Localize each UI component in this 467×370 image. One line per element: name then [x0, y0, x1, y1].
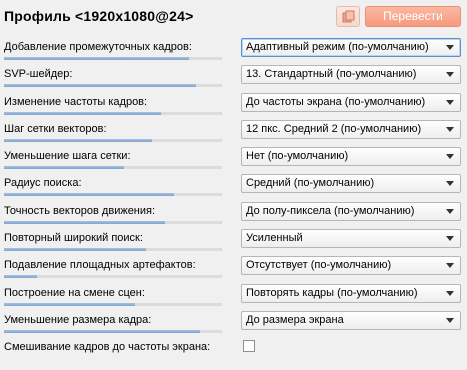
setting-level-fill	[4, 302, 135, 306]
setting-row: Повторный широкий поиск: Усиленный	[0, 227, 467, 254]
setting-label: Уменьшение шага сетки:	[4, 150, 131, 163]
setting-level-bar	[4, 302, 222, 306]
setting-label: Уменьшение размера кадра:	[4, 313, 152, 326]
setting-row: Построение на смене сцен: Повторять кадры…	[0, 282, 467, 309]
dropdown-value: Отсутствует (по-умолчанию)	[246, 259, 392, 272]
setting-level-bar	[4, 220, 222, 224]
setting-dropdown[interactable]: До частоты экрана (по-умолчанию)	[241, 92, 461, 112]
setting-level-fill	[4, 111, 161, 115]
setting-row: Уменьшение размера кадра: До размера экра…	[0, 309, 467, 336]
setting-row: Радиус поиска: Средний (по-умолчанию)	[0, 172, 467, 199]
chevron-down-icon	[446, 45, 454, 50]
setting-level-bar	[4, 275, 222, 279]
setting-dropdown[interactable]: Усиленный	[241, 229, 461, 249]
profile-title: Профиль <1920x1080@24>	[4, 8, 194, 24]
setting-level-bar	[4, 248, 222, 252]
setting-label: Построение на смене сцен:	[4, 286, 145, 299]
setting-dropdown[interactable]: Средний (по-умолчанию)	[241, 174, 461, 194]
setting-row: Подавление площадных артефактов: Отсутств…	[0, 254, 467, 281]
setting-level-bar	[4, 84, 222, 88]
setting-level-fill	[4, 138, 153, 142]
setting-label: Радиус поиска:	[4, 177, 82, 190]
setting-level-fill	[4, 275, 37, 279]
profile-icon	[342, 10, 355, 23]
setting-dropdown[interactable]: Отсутствует (по-умолчанию)	[241, 256, 461, 276]
setting-level-bar	[4, 138, 222, 142]
dropdown-value: Усиленный	[246, 232, 303, 245]
setting-level-fill	[4, 329, 201, 333]
chevron-down-icon	[446, 263, 454, 269]
setting-row: SVP-шейдер: 13. Стандартный (по-умолчанию…	[0, 63, 467, 90]
blend-checkbox[interactable]	[243, 340, 255, 353]
dropdown-value: Средний (по-умолчанию)	[246, 177, 375, 190]
chevron-down-icon	[446, 181, 454, 187]
setting-label: Точность векторов движения:	[4, 204, 156, 217]
setting-dropdown[interactable]: Повторять кадры (по-умолчанию)	[241, 283, 461, 303]
setting-level-fill	[4, 248, 146, 252]
setting-level-bar	[4, 166, 222, 170]
setting-label: SVP-шейдер:	[4, 68, 73, 81]
setting-dropdown[interactable]: Нет (по-умолчанию)	[241, 147, 461, 167]
dropdown-value: Адаптивный режим (по-умолчанию)	[246, 41, 429, 53]
setting-dropdown[interactable]: 13. Стандартный (по-умолчанию)	[241, 65, 461, 85]
chevron-down-icon	[446, 154, 454, 160]
dropdown-value: До полу-пиксела (по-умолчанию)	[246, 204, 415, 217]
setting-row: Уменьшение шага сетки: Нет (по-умолчанию)	[0, 145, 467, 172]
setting-level-fill	[4, 84, 196, 88]
setting-dropdown[interactable]: До размера экрана	[241, 310, 461, 330]
profile-icon-button[interactable]	[336, 6, 360, 27]
settings-list: Добавление промежуточных кадров: Адаптивн…	[0, 36, 467, 364]
setting-level-fill	[4, 193, 175, 197]
setting-level-fill	[4, 166, 124, 170]
blend-label: Смешивание кадров до частоты экрана:	[4, 341, 211, 354]
setting-row: Изменение частоты кадров: До частоты экра…	[0, 91, 467, 118]
header: Профиль <1920x1080@24> Перевести	[0, 0, 467, 34]
setting-row: Шаг сетки векторов: 12 пкс. Средний 2 (по…	[0, 118, 467, 145]
setting-label: Добавление промежуточных кадров:	[4, 41, 192, 53]
setting-label: Повторный широкий поиск:	[4, 232, 143, 245]
chevron-down-icon	[446, 317, 454, 323]
dropdown-value: Нет (по-умолчанию)	[246, 150, 349, 163]
setting-level-fill	[4, 220, 166, 224]
setting-level-fill	[4, 57, 190, 60]
dropdown-value: 12 пкс. Средний 2 (по-умолчанию)	[246, 122, 422, 135]
setting-dropdown[interactable]: Адаптивный режим (по-умолчанию)	[241, 38, 461, 57]
dropdown-value: 13. Стандартный (по-умолчанию)	[246, 68, 417, 81]
chevron-down-icon	[446, 99, 454, 105]
setting-row: Смешивание кадров до частоты экрана:	[0, 336, 467, 363]
dropdown-value: До частоты экрана (по-умолчанию)	[246, 95, 426, 108]
setting-level-bar	[4, 111, 222, 115]
dropdown-value: До размера экрана	[246, 313, 344, 326]
chevron-down-icon	[446, 208, 454, 214]
setting-dropdown[interactable]: 12 пкс. Средний 2 (по-умолчанию)	[241, 119, 461, 139]
chevron-down-icon	[446, 236, 454, 242]
setting-label: Изменение частоты кадров:	[4, 95, 148, 108]
setting-dropdown[interactable]: До полу-пиксела (по-умолчанию)	[241, 201, 461, 221]
setting-level-bar	[4, 193, 222, 197]
dropdown-value: Повторять кадры (по-умолчанию)	[246, 286, 418, 299]
chevron-down-icon	[446, 290, 454, 296]
translate-button[interactable]: Перевести	[365, 6, 461, 27]
setting-label: Шаг сетки векторов:	[4, 122, 107, 135]
setting-row: Добавление промежуточных кадров: Адаптивн…	[0, 36, 467, 63]
chevron-down-icon	[446, 126, 454, 132]
setting-level-bar	[4, 57, 222, 60]
chevron-down-icon	[446, 72, 454, 78]
setting-row: Точность векторов движения: До полу-пиксе…	[0, 200, 467, 227]
setting-level-bar	[4, 329, 222, 333]
setting-label: Подавление площадных артефактов:	[4, 259, 196, 272]
